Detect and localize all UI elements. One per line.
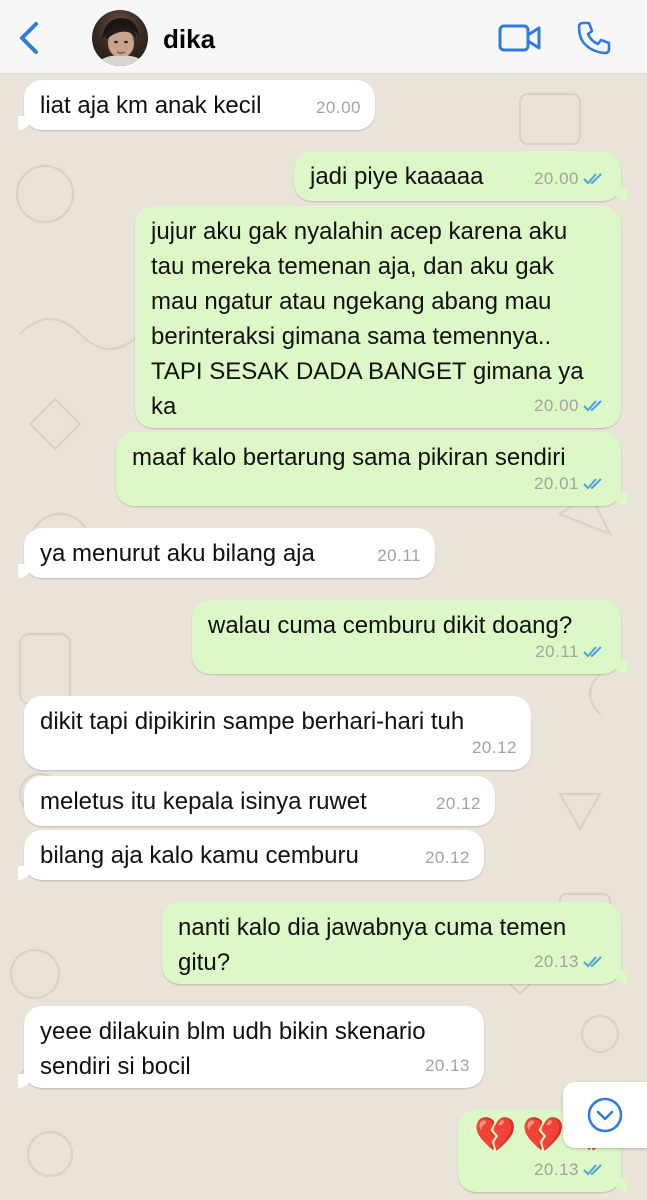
message-time: 20.00 bbox=[315, 98, 361, 117]
read-receipt-icon bbox=[583, 477, 602, 489]
message-incoming[interactable]: meletus itu kepala isinya ruwet 20.12 bbox=[24, 776, 495, 826]
message-text: mau ngatur atau ngekang abang mau bbox=[151, 288, 552, 315]
message-meta: 20.00 bbox=[534, 388, 607, 423]
message-text: liat aja km anak kecil bbox=[40, 92, 262, 119]
contact-name[interactable]: dika bbox=[163, 24, 215, 55]
chevron-left-icon bbox=[20, 22, 38, 54]
message-time: 20.00 bbox=[533, 169, 579, 188]
message-text: jujur aku gak nyalahin acep karena aku bbox=[151, 218, 568, 245]
message-meta: 20.01 bbox=[534, 466, 607, 501]
message-incoming[interactable]: liat aja km anak kecil 20.00 bbox=[18, 80, 375, 130]
chevron-down-circle-icon bbox=[587, 1097, 623, 1133]
read-receipt-icon bbox=[583, 645, 602, 657]
message-incoming[interactable]: dikit tapi dipikirin sampe berhari-hari … bbox=[24, 696, 531, 770]
message-meta: 20.12 bbox=[436, 786, 481, 821]
message-text: dikit tapi dipikirin sampe berhari-hari … bbox=[40, 708, 465, 735]
read-receipt-icon bbox=[583, 955, 602, 967]
message-outgoing[interactable]: nanti kalo dia jawabnya cuma temen gitu?… bbox=[162, 902, 627, 984]
message-meta: 20.13 bbox=[534, 1152, 607, 1187]
message-incoming[interactable]: bilang aja kalo kamu cemburu 20.12 bbox=[18, 830, 484, 880]
message-time: 20.12 bbox=[424, 848, 470, 867]
message-outgoing[interactable]: walau cuma cemburu dikit doang? 20.11 bbox=[192, 600, 627, 674]
message-text: nanti kalo dia jawabnya cuma temen bbox=[178, 914, 567, 941]
message-incoming[interactable]: yeee dilakuin blm udh bikin skenario sen… bbox=[18, 1006, 484, 1088]
message-meta: 20.00 bbox=[316, 90, 361, 125]
message-text: ya menurut aku bilang aja bbox=[40, 540, 315, 567]
message-meta: 20.12 bbox=[425, 840, 470, 875]
voice-call-button[interactable] bbox=[576, 20, 612, 56]
message-time: 20.13 bbox=[533, 1160, 579, 1179]
message-outgoing[interactable]: jujur aku gak nyalahin acep karena aku t… bbox=[135, 206, 621, 428]
message-time: 20.11 bbox=[535, 642, 579, 661]
message-meta: 20.13 bbox=[534, 944, 607, 979]
message-time: 20.01 bbox=[533, 474, 579, 493]
read-receipt-icon bbox=[583, 172, 602, 184]
message-text: meletus itu kepala isinya ruwet bbox=[40, 788, 367, 815]
message-text: TAPI SESAK DADA BANGET gimana ya bbox=[151, 358, 584, 385]
message-text: tau mereka temenan aja, dan aku gak bbox=[151, 253, 554, 280]
message-meta: 20.12 bbox=[472, 730, 517, 765]
read-receipt-icon bbox=[583, 399, 602, 411]
read-receipt-icon bbox=[583, 1163, 602, 1175]
video-call-button[interactable] bbox=[498, 22, 542, 54]
message-text: yeee dilakuin blm udh bikin skenario bbox=[40, 1018, 426, 1045]
back-button[interactable] bbox=[14, 20, 44, 56]
message-text: sendiri si bocil bbox=[40, 1053, 191, 1080]
message-meta: 20.00 bbox=[534, 161, 607, 196]
chat-area[interactable]: liat aja km anak kecil 20.00 jadi piye k… bbox=[0, 74, 647, 1200]
message-time: 20.13 bbox=[533, 952, 579, 971]
message-meta: 20.11 bbox=[377, 538, 421, 573]
chat-header: dika bbox=[0, 0, 647, 74]
message-time: 20.00 bbox=[533, 396, 579, 415]
message-time: 20.11 bbox=[377, 546, 421, 565]
avatar-photo bbox=[96, 18, 146, 66]
message-time: 20.13 bbox=[424, 1056, 470, 1075]
message-meta: 20.11 bbox=[535, 634, 607, 669]
message-time: 20.12 bbox=[435, 794, 481, 813]
scroll-to-bottom-button[interactable] bbox=[563, 1082, 647, 1148]
message-incoming[interactable]: ya menurut aku bilang aja 20.11 bbox=[18, 528, 435, 578]
video-camera-icon bbox=[498, 24, 541, 52]
phone-icon bbox=[577, 21, 611, 55]
message-meta: 20.13 bbox=[425, 1048, 470, 1083]
message-text: berinteraksi gimana sama temennya.. bbox=[151, 323, 552, 350]
message-text: bilang aja kalo kamu cemburu bbox=[40, 842, 359, 869]
message-time: 20.12 bbox=[471, 738, 517, 757]
contact-avatar[interactable] bbox=[92, 10, 148, 66]
message-outgoing[interactable]: maaf kalo bertarung sama pikiran sendiri… bbox=[116, 432, 627, 506]
message-outgoing[interactable]: jadi piye kaaaaa 20.00 bbox=[294, 151, 627, 201]
